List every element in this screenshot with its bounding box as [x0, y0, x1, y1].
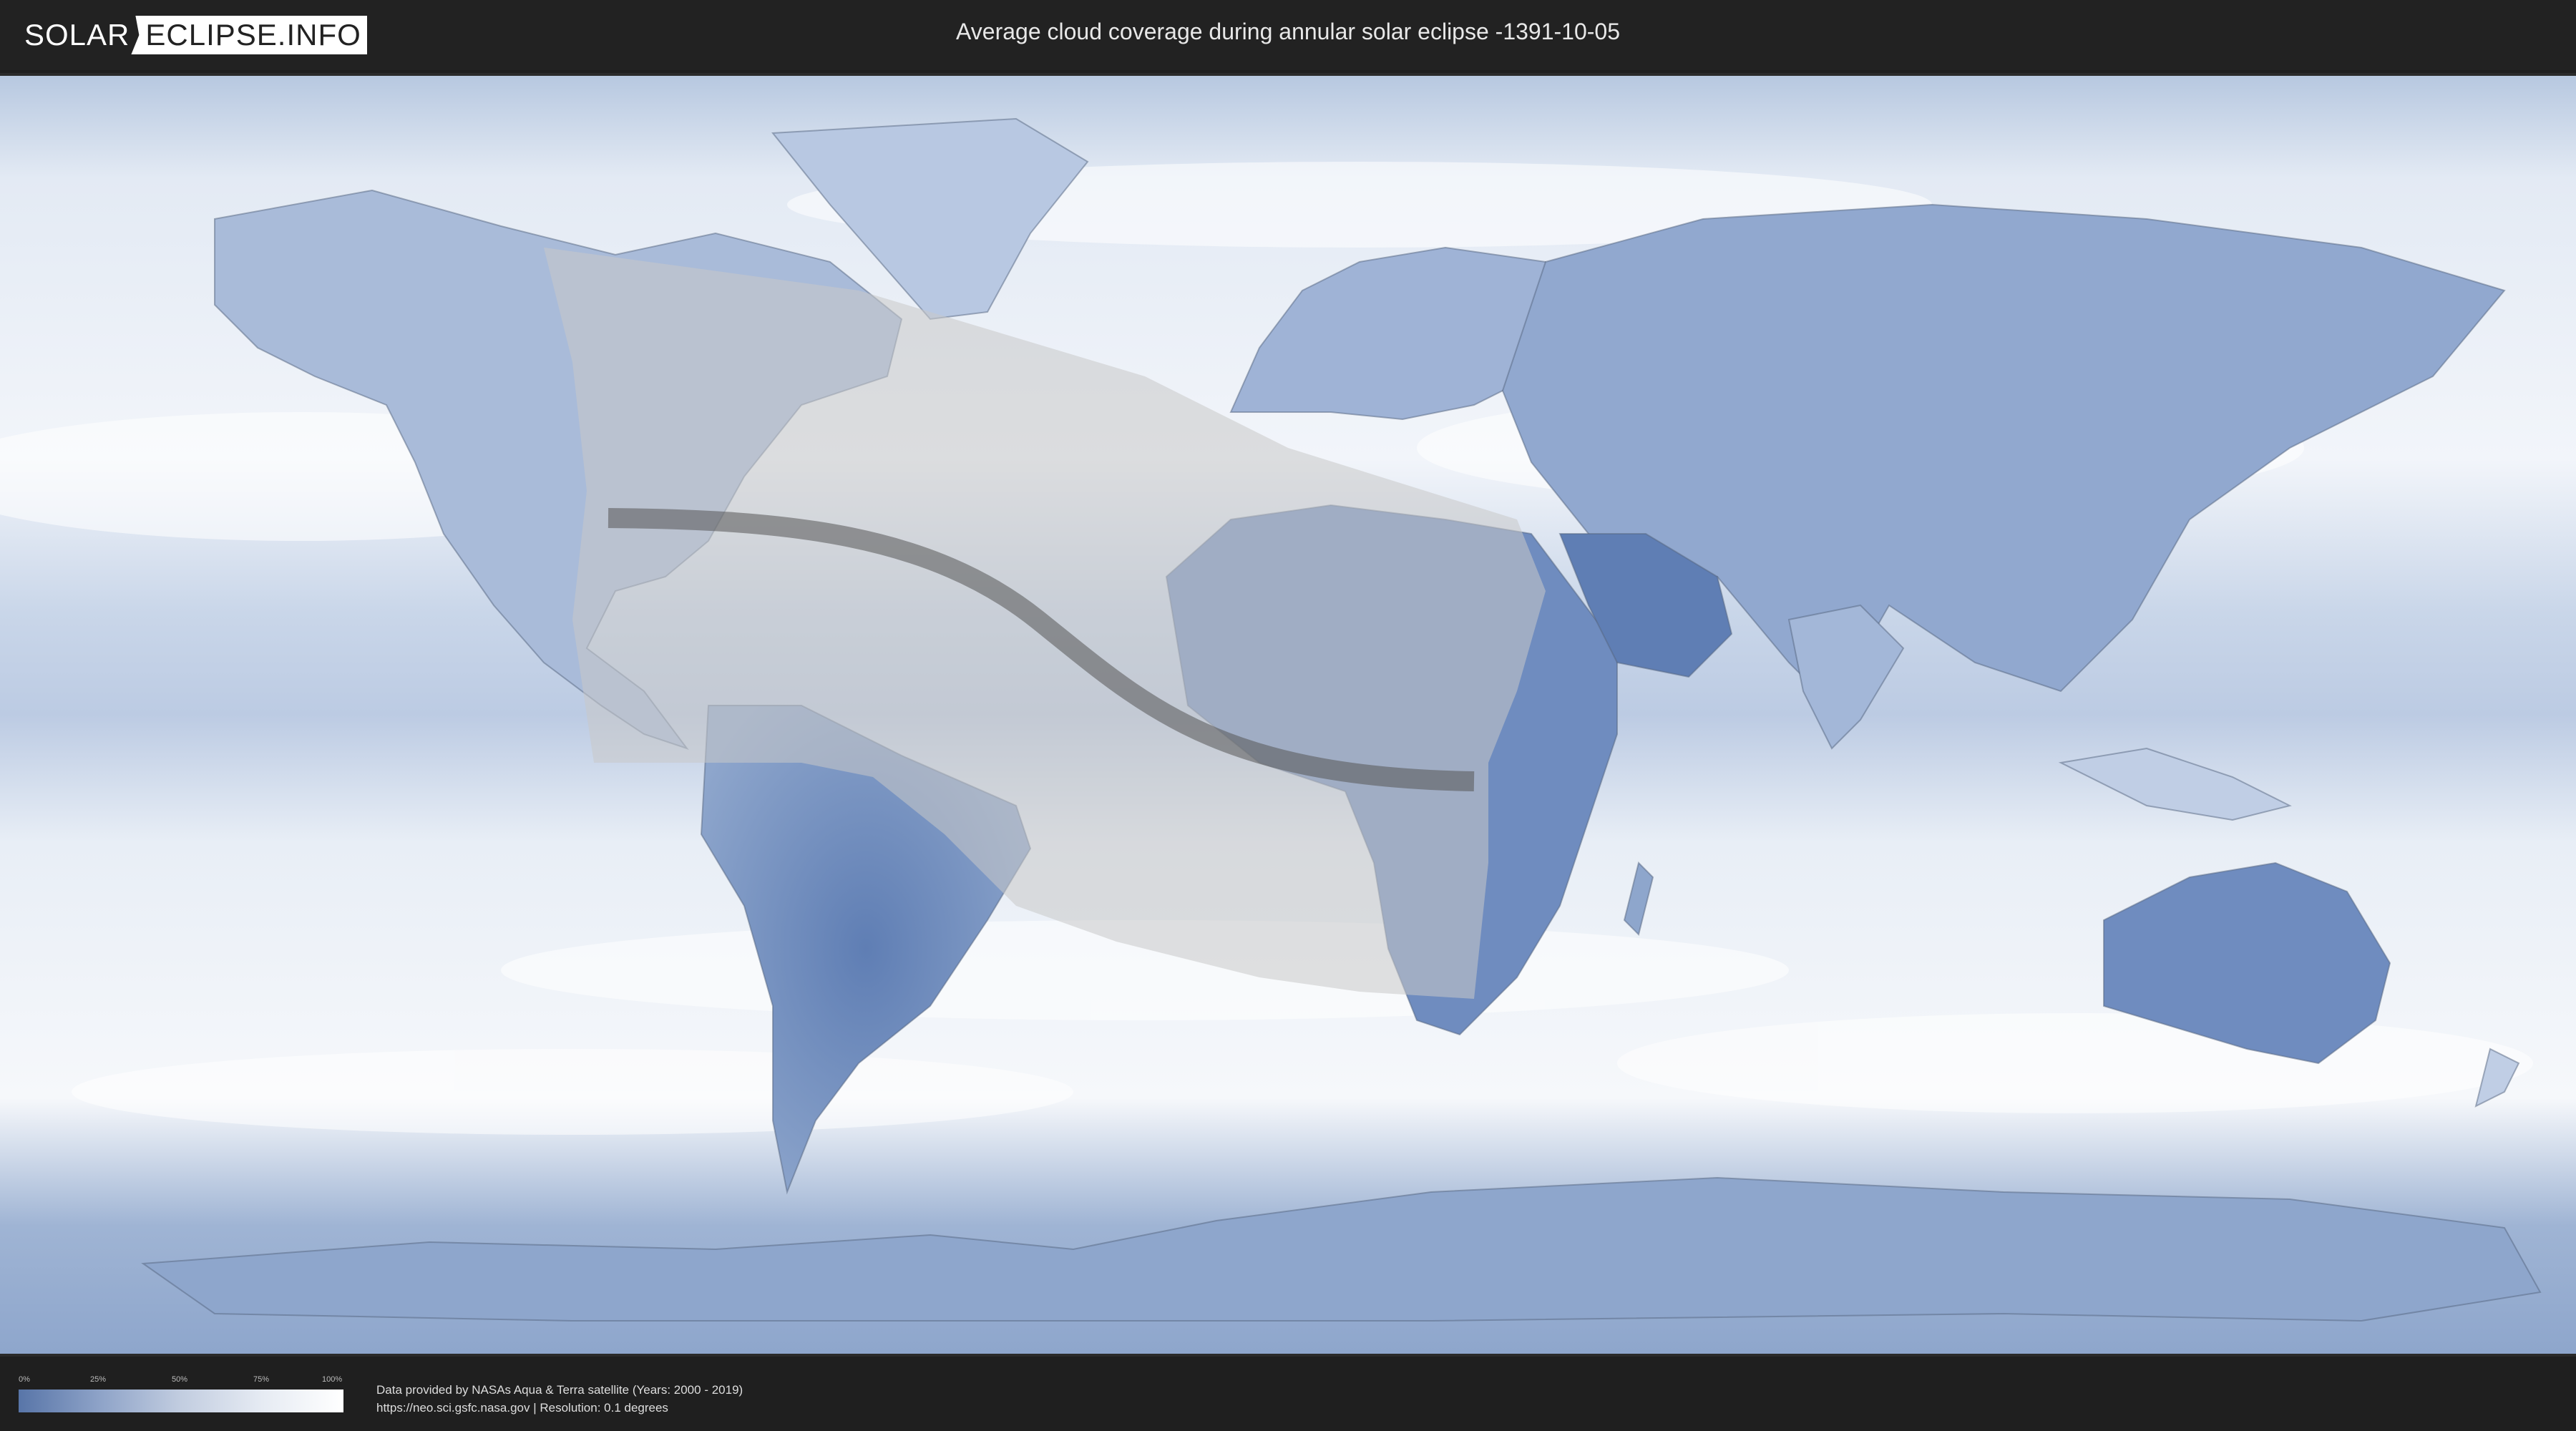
legend-tick-75: 75%: [253, 1375, 270, 1384]
page-title: Average cloud coverage during annular so…: [956, 19, 1620, 44]
legend-ticks: 0% 25% 50% 75% 100%: [19, 1375, 343, 1387]
legend-tick-50: 50%: [172, 1375, 188, 1384]
legend-tick-0: 0%: [19, 1375, 30, 1384]
legend-tick-100: 100%: [322, 1375, 343, 1384]
map-frame: [0, 73, 2576, 1357]
legend-tick-25: 25%: [90, 1375, 107, 1384]
header: SOLAR ECLIPSE.INFO Average cloud coverag…: [0, 0, 2576, 70]
footer: 0% 25% 50% 75% 100% Data provided by NAS…: [0, 1359, 2576, 1431]
cloud-coverage-map[interactable]: [0, 76, 2576, 1354]
cloud-legend: 0% 25% 50% 75% 100%: [19, 1375, 343, 1412]
legend-color-bar: [19, 1390, 343, 1412]
credits-line-1: Data provided by NASAs Aqua & Terra sate…: [376, 1383, 743, 1397]
credits-line-2: https://neo.sci.gsfc.nasa.gov | Resoluti…: [376, 1401, 668, 1415]
data-credits: Data provided by NASAs Aqua & Terra sate…: [376, 1381, 743, 1417]
